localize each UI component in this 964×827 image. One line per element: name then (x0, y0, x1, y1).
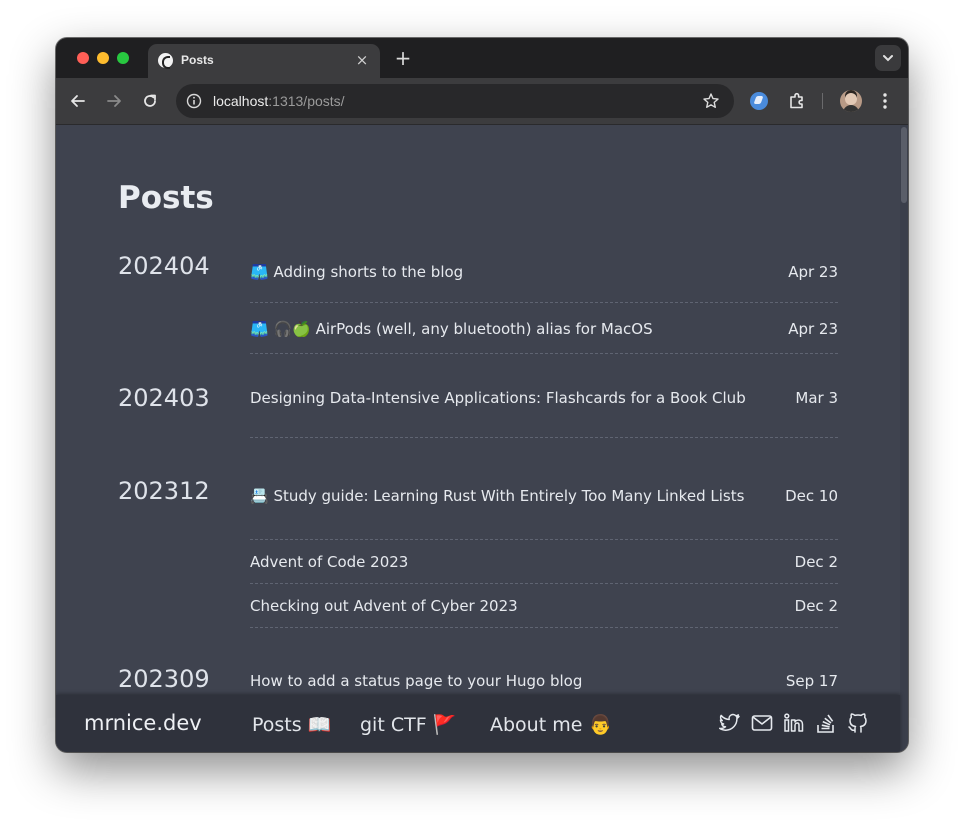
extensions-puzzle-icon[interactable] (787, 91, 807, 111)
new-tab-button[interactable]: + (391, 46, 415, 70)
post-date: Dec 10 (785, 487, 838, 505)
twitter-icon[interactable] (717, 711, 741, 735)
nav-git-ctf-link[interactable]: git CTF 🚩 (360, 713, 456, 736)
post-title-link[interactable]: 📇 Study guide: Learning Rust With Entire… (250, 486, 785, 506)
post-date: Apr 23 (788, 320, 838, 338)
tab-search-button[interactable] (875, 45, 901, 71)
forward-arrow-icon[interactable] (104, 91, 124, 111)
tab-close-button[interactable]: × (353, 51, 371, 69)
year-heading: 202312 (118, 477, 210, 505)
year-heading: 202309 (118, 665, 210, 693)
address-bar[interactable]: localhost:1313/posts/ (176, 84, 734, 118)
tab-strip: Posts × + (56, 38, 908, 78)
post-title-link[interactable]: How to add a status page to your Hugo bl… (250, 671, 786, 691)
page-viewport: Posts 202404 🩳 Adding shorts to the blog… (56, 125, 908, 752)
post-title-link[interactable]: Designing Data-Intensive Applications: F… (250, 388, 795, 408)
post-title-link[interactable]: Checking out Advent of Cyber 2023 (250, 596, 795, 616)
url-host: localhost (213, 93, 269, 109)
browser-window: Posts × + localhost:1313/posts/ Posts 20… (56, 38, 908, 752)
year-heading: 202404 (118, 252, 210, 280)
post-date: Sep 17 (785, 672, 838, 690)
nav-about-link[interactable]: About me 👨 (490, 713, 612, 736)
back-arrow-icon[interactable] (68, 91, 88, 111)
profile-avatar[interactable] (840, 90, 862, 112)
url-path: :1313/posts/ (268, 93, 345, 109)
post-title-link[interactable]: 🩳 Adding shorts to the blog (250, 262, 788, 282)
post-date: Mar 3 (795, 389, 838, 407)
year-heading: 202403 (118, 384, 210, 412)
post-date: Dec 2 (794, 553, 838, 571)
post-list: 🩳 Adding shorts to the blog Apr 23 🩳 🎧🍏 … (250, 262, 838, 354)
nav-posts-link[interactable]: Posts 📖 (252, 713, 331, 736)
extension-compass-icon[interactable] (750, 92, 768, 110)
reload-icon[interactable] (140, 91, 160, 111)
chevron-down-icon (883, 55, 893, 62)
post-date: Dec 2 (794, 597, 838, 615)
linkedin-icon[interactable] (782, 711, 806, 735)
site-brand-link[interactable]: mrnice.dev (84, 711, 202, 735)
scrollbar-thumb[interactable] (901, 127, 907, 203)
url-text: localhost:1313/posts/ (213, 93, 345, 109)
page-title: Posts (118, 180, 214, 216)
zoom-window-button[interactable] (117, 52, 129, 64)
site-nav-bar: mrnice.dev Posts 📖 git CTF 🚩 About me 👨 (56, 695, 900, 752)
post-title-link[interactable]: Advent of Code 2023 (250, 552, 795, 572)
minimize-window-button[interactable] (97, 52, 109, 64)
tab-title: Posts (181, 53, 214, 67)
browser-toolbar: localhost:1313/posts/ (56, 78, 908, 125)
mail-icon[interactable] (750, 711, 774, 735)
stackoverflow-icon[interactable] (814, 711, 838, 735)
post-title-link[interactable]: 🩳 🎧🍏 AirPods (well, any bluetooth) alias… (250, 319, 788, 339)
toolbar-divider (822, 93, 823, 109)
more-menu-icon[interactable] (880, 91, 890, 111)
page-scrollbar[interactable] (900, 125, 908, 752)
site-favicon-icon (158, 53, 173, 69)
tab-posts[interactable]: Posts × (148, 44, 380, 78)
bookmark-star-icon[interactable] (702, 92, 720, 110)
close-window-button[interactable] (77, 52, 89, 64)
post-item[interactable]: Advent of Code 2023 Dec 2 (250, 540, 838, 584)
post-item[interactable]: Designing Data-Intensive Applications: F… (250, 388, 838, 438)
post-item[interactable]: 🩳 Adding shorts to the blog Apr 23 (250, 262, 838, 303)
post-list: Designing Data-Intensive Applications: F… (250, 388, 838, 438)
site-info-icon[interactable] (185, 92, 203, 110)
post-item[interactable]: Checking out Advent of Cyber 2023 Dec 2 (250, 584, 838, 628)
post-item[interactable]: 📇 Study guide: Learning Rust With Entire… (250, 486, 838, 540)
post-list: 📇 Study guide: Learning Rust With Entire… (250, 486, 838, 628)
github-icon[interactable] (846, 711, 870, 735)
post-item[interactable]: 🩳 🎧🍏 AirPods (well, any bluetooth) alias… (250, 303, 838, 354)
post-date: Apr 23 (788, 263, 838, 281)
